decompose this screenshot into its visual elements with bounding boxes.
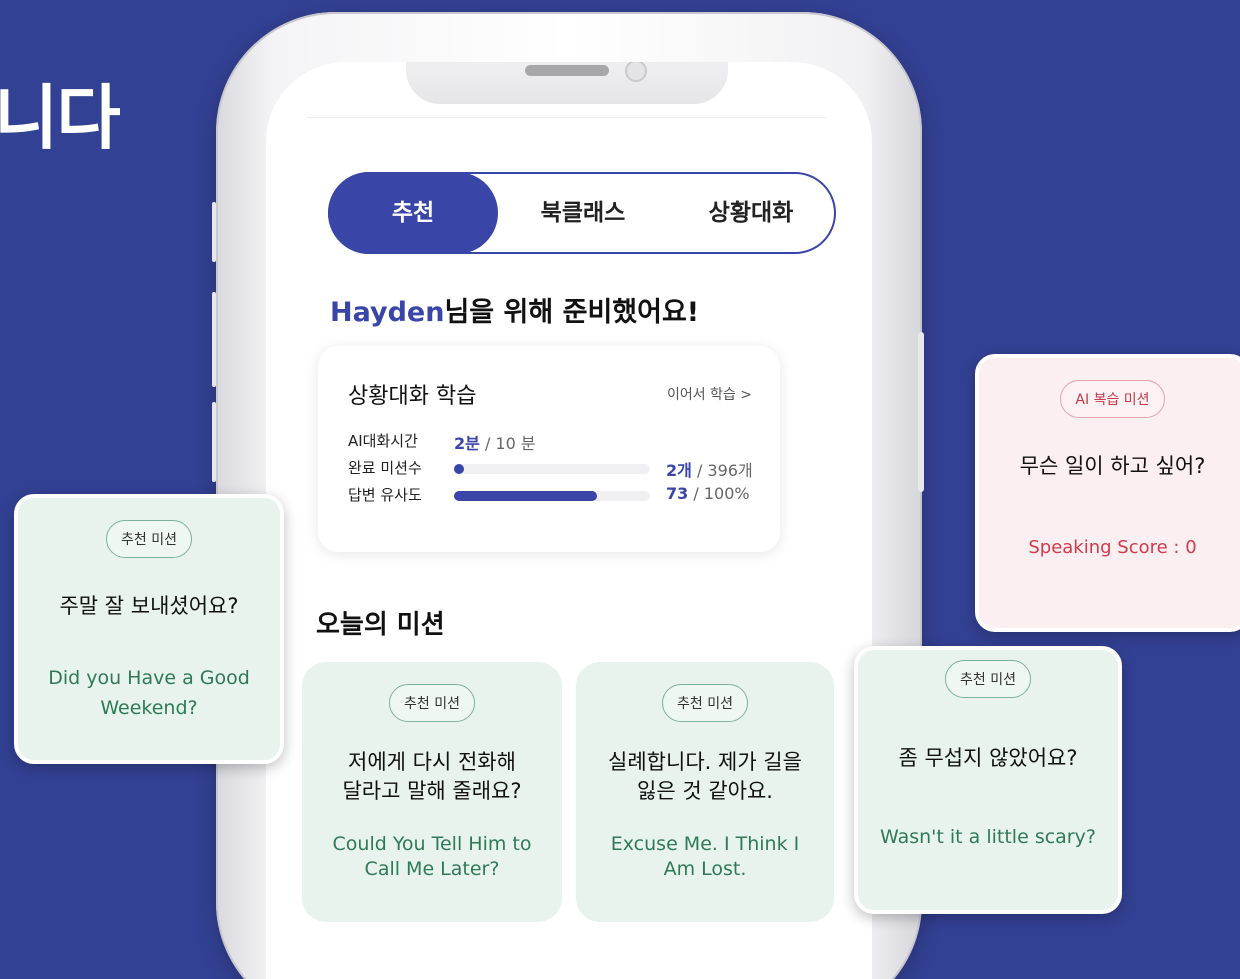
mission-korean: 실례합니다. 제가 길을 잃은 것 같아요. — [608, 750, 802, 803]
stat-label: 완료 미션수 — [348, 459, 422, 477]
mission-tag: 추천 미션 — [389, 684, 475, 722]
floating-ai-review-card[interactable]: AI 복습 미션 무슨 일이 하고 싶어? Speaking Score : 0 — [975, 354, 1240, 632]
user-name: Hayden — [330, 297, 445, 328]
missions-heading: 오늘의 미션 — [316, 610, 445, 640]
app-screen: 추천 북클래스 상황대화 Hayden님을 위해 준비했어요! 상황대화 학습 … — [266, 62, 872, 979]
page-title: Hayden님을 위해 준비했어요! — [330, 290, 699, 329]
phone-notch — [406, 62, 728, 104]
mute-switch — [212, 402, 216, 482]
mission-card[interactable]: 추천 미션 실례합니다. 제가 길을 잃은 것 같아요. Excuse Me. … — [576, 662, 834, 922]
similarity-progress-fill — [454, 491, 598, 501]
tab-bar: 추천 북클래스 상황대화 — [328, 172, 836, 254]
mission-korean: 좀 무섭지 않았어요? — [898, 746, 1078, 770]
mission-korean: 저에게 다시 전화해 달라고 말해 줄래요? — [342, 750, 522, 803]
divider — [306, 117, 826, 118]
power-button — [918, 332, 924, 492]
study-card-title: 상황대화 학습 — [348, 384, 477, 409]
missions-progress-track — [454, 464, 650, 474]
speaker-grille — [525, 65, 609, 76]
tab-recommended[interactable]: 추천 — [328, 172, 498, 254]
stat-value: 2개 / 396개 — [666, 461, 753, 480]
mission-tag: 추천 미션 — [106, 520, 192, 558]
stat-label: AI대화시간 — [348, 432, 418, 450]
volume-down-button — [212, 292, 216, 387]
floating-mission-card-scary[interactable]: 추천 미션 좀 무섭지 않았어요? Wasn't it a little sca… — [854, 646, 1122, 914]
floating-mission-card-weekend[interactable]: 추천 미션 주말 잘 보내셨어요? Did you Have a Good We… — [14, 494, 284, 764]
mission-korean: 주말 잘 보내셨어요? — [59, 594, 239, 618]
mission-english: Did you Have a Good Weekend? — [48, 667, 250, 719]
stat-row-missions: 완료 미션수 2개 / 396개 — [348, 457, 768, 480]
stat-value: 2분 / 10 분 — [454, 434, 536, 453]
tab-bookclass[interactable]: 북클래스 — [498, 172, 668, 254]
mission-tag: AI 복습 미션 — [1060, 380, 1165, 418]
camera-icon — [625, 62, 647, 82]
mission-korean: 무슨 일이 하고 싶어? — [1019, 454, 1206, 478]
stat-value: 73 / 100% — [666, 484, 750, 503]
similarity-progress-track — [454, 491, 650, 501]
hero-title-fragment: 니다 — [0, 77, 121, 159]
mission-tag: 추천 미션 — [662, 684, 748, 722]
study-summary-card: 상황대화 학습 이어서 학습 > AI대화시간 2분 / 10 분 완료 미션수… — [318, 346, 780, 552]
phone-frame: 추천 북클래스 상황대화 Hayden님을 위해 준비했어요! 상황대화 학습 … — [212, 12, 924, 979]
missions-progress-fill — [454, 464, 464, 474]
tab-situation-talk[interactable]: 상황대화 — [666, 172, 836, 254]
mission-english: Could You Tell Him to Call Me Later? — [332, 833, 532, 880]
speaking-score: Speaking Score : 0 — [1028, 537, 1197, 558]
mission-english: Wasn't it a little scary? — [880, 826, 1096, 848]
mission-english: Excuse Me. I Think I Am Lost. — [610, 833, 800, 880]
continue-learning-link[interactable]: 이어서 학습 > — [667, 384, 752, 404]
stat-row-similarity: 답변 유사도 73 / 100% — [348, 484, 768, 506]
greeting-text: 님을 위해 준비했어요! — [444, 297, 700, 328]
volume-up-button — [212, 202, 216, 262]
mission-card[interactable]: 추천 미션 저에게 다시 전화해 달라고 말해 줄래요? Could You T… — [302, 662, 562, 922]
mission-tag: 추천 미션 — [945, 660, 1031, 698]
stat-row-ai-time: AI대화시간 2분 / 10 분 — [348, 430, 768, 453]
stat-label: 답변 유사도 — [348, 486, 422, 504]
